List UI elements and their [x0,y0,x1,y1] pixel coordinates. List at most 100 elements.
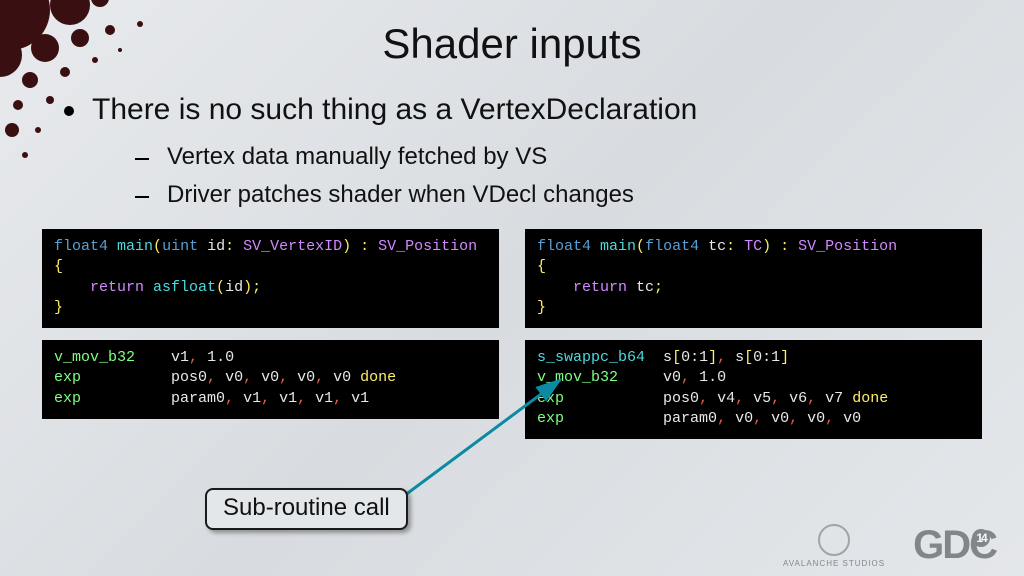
code-column-right: float4 main(float4 tc: TC) : SV_Position… [525,229,982,439]
token: v0 [771,410,789,427]
token: done [843,390,888,407]
code-block-hlsl-left: float4 main(uint id: SV_VertexID) : SV_P… [42,229,499,328]
token [81,369,171,386]
token: [ [744,349,753,366]
code-block-asm-left: v_mov_b32 v1, 1.0 exp pos0, v0, v0, v0, … [42,340,499,419]
code-block-hlsl-right: float4 main(float4 tc: TC) : SV_Position… [525,229,982,328]
token: , [771,390,789,407]
token: tc [636,279,654,296]
token [135,349,171,366]
token: : [225,238,243,255]
token: , [717,349,735,366]
gdc-logo: GDC14 [913,523,996,568]
token: v0 [297,369,315,386]
slide-container: Shader inputs There is no such thing as … [0,0,1024,576]
token: , [261,390,279,407]
token: } [537,299,546,316]
sub-bullet-text: Driver patches shader when VDecl changes [167,181,634,209]
token: , [225,390,243,407]
token: v1 [171,349,189,366]
footer-logos: AVALANCHE STUDIOS GDC14 [783,523,996,568]
token: : [780,238,798,255]
callout-label: Sub-routine call [205,488,408,530]
code-block-asm-right: s_swappc_b64 s[0:1], s[0:1] v_mov_b32 v0… [525,340,982,439]
token: 0:1 [681,349,708,366]
token: v1 [279,390,297,407]
token: v7 [825,390,843,407]
token: exp [54,390,81,407]
token: { [54,258,63,275]
token: , [333,390,351,407]
sub-bullet-text: Vertex data manually fetched by VS [167,143,547,171]
token: , [189,349,207,366]
token: ); [243,279,261,296]
token: : [360,238,378,255]
token: main [600,238,636,255]
token [81,390,171,407]
token: pos0 [663,390,699,407]
token: s [663,349,672,366]
token: , [207,369,225,386]
token: ) [342,238,360,255]
token: id [225,279,243,296]
token: return [537,279,636,296]
token: ] [780,349,789,366]
token: param0 [171,390,225,407]
token [645,349,663,366]
token: ( [216,279,225,296]
token: , [717,410,735,427]
token: , [315,369,333,386]
token: , [699,390,717,407]
token: SV_VertexID [243,238,342,255]
token: param0 [663,410,717,427]
sub-bullet: Driver patches shader when VDecl changes [135,181,984,209]
dash-icon [135,196,149,198]
token: v6 [789,390,807,407]
token: , [243,369,261,386]
token: pos0 [171,369,207,386]
token: , [735,390,753,407]
slide-title: Shader inputs [40,20,984,68]
gdc-year-badge: 14 [972,529,990,547]
token: v_mov_b32 [54,349,135,366]
token: , [681,369,699,386]
token: 0:1 [753,349,780,366]
token: v4 [717,390,735,407]
token: s [735,349,744,366]
token: asfloat [153,279,216,296]
token: float4 [645,238,699,255]
token: v0 [807,410,825,427]
token: exp [54,369,81,386]
token: done [351,369,396,386]
token: v0 [735,410,753,427]
token: : [726,238,744,255]
token: exp [537,390,564,407]
token: v0 [663,369,681,386]
token: return [54,279,153,296]
token: 1.0 [699,369,726,386]
main-bullet: There is no such thing as a VertexDeclar… [64,90,984,129]
token: TC [744,238,762,255]
token: , [825,410,843,427]
avalanche-logo: AVALANCHE STUDIOS [783,524,885,568]
token: v0 [333,369,351,386]
token: , [789,410,807,427]
token: , [807,390,825,407]
token: ( [636,238,645,255]
token: v1 [243,390,261,407]
token: exp [537,410,564,427]
token: ] [708,349,717,366]
token: SV_Position [378,238,477,255]
token: v5 [753,390,771,407]
token: ( [153,238,162,255]
token: } [54,299,63,316]
token [564,410,663,427]
token: SV_Position [798,238,897,255]
bullet-icon [64,106,74,116]
token: ) [762,238,780,255]
token: v_mov_b32 [537,369,618,386]
sub-bullet: Vertex data manually fetched by VS [135,143,984,171]
token: [ [672,349,681,366]
token [618,369,663,386]
token: s_swappc_b64 [537,349,645,366]
